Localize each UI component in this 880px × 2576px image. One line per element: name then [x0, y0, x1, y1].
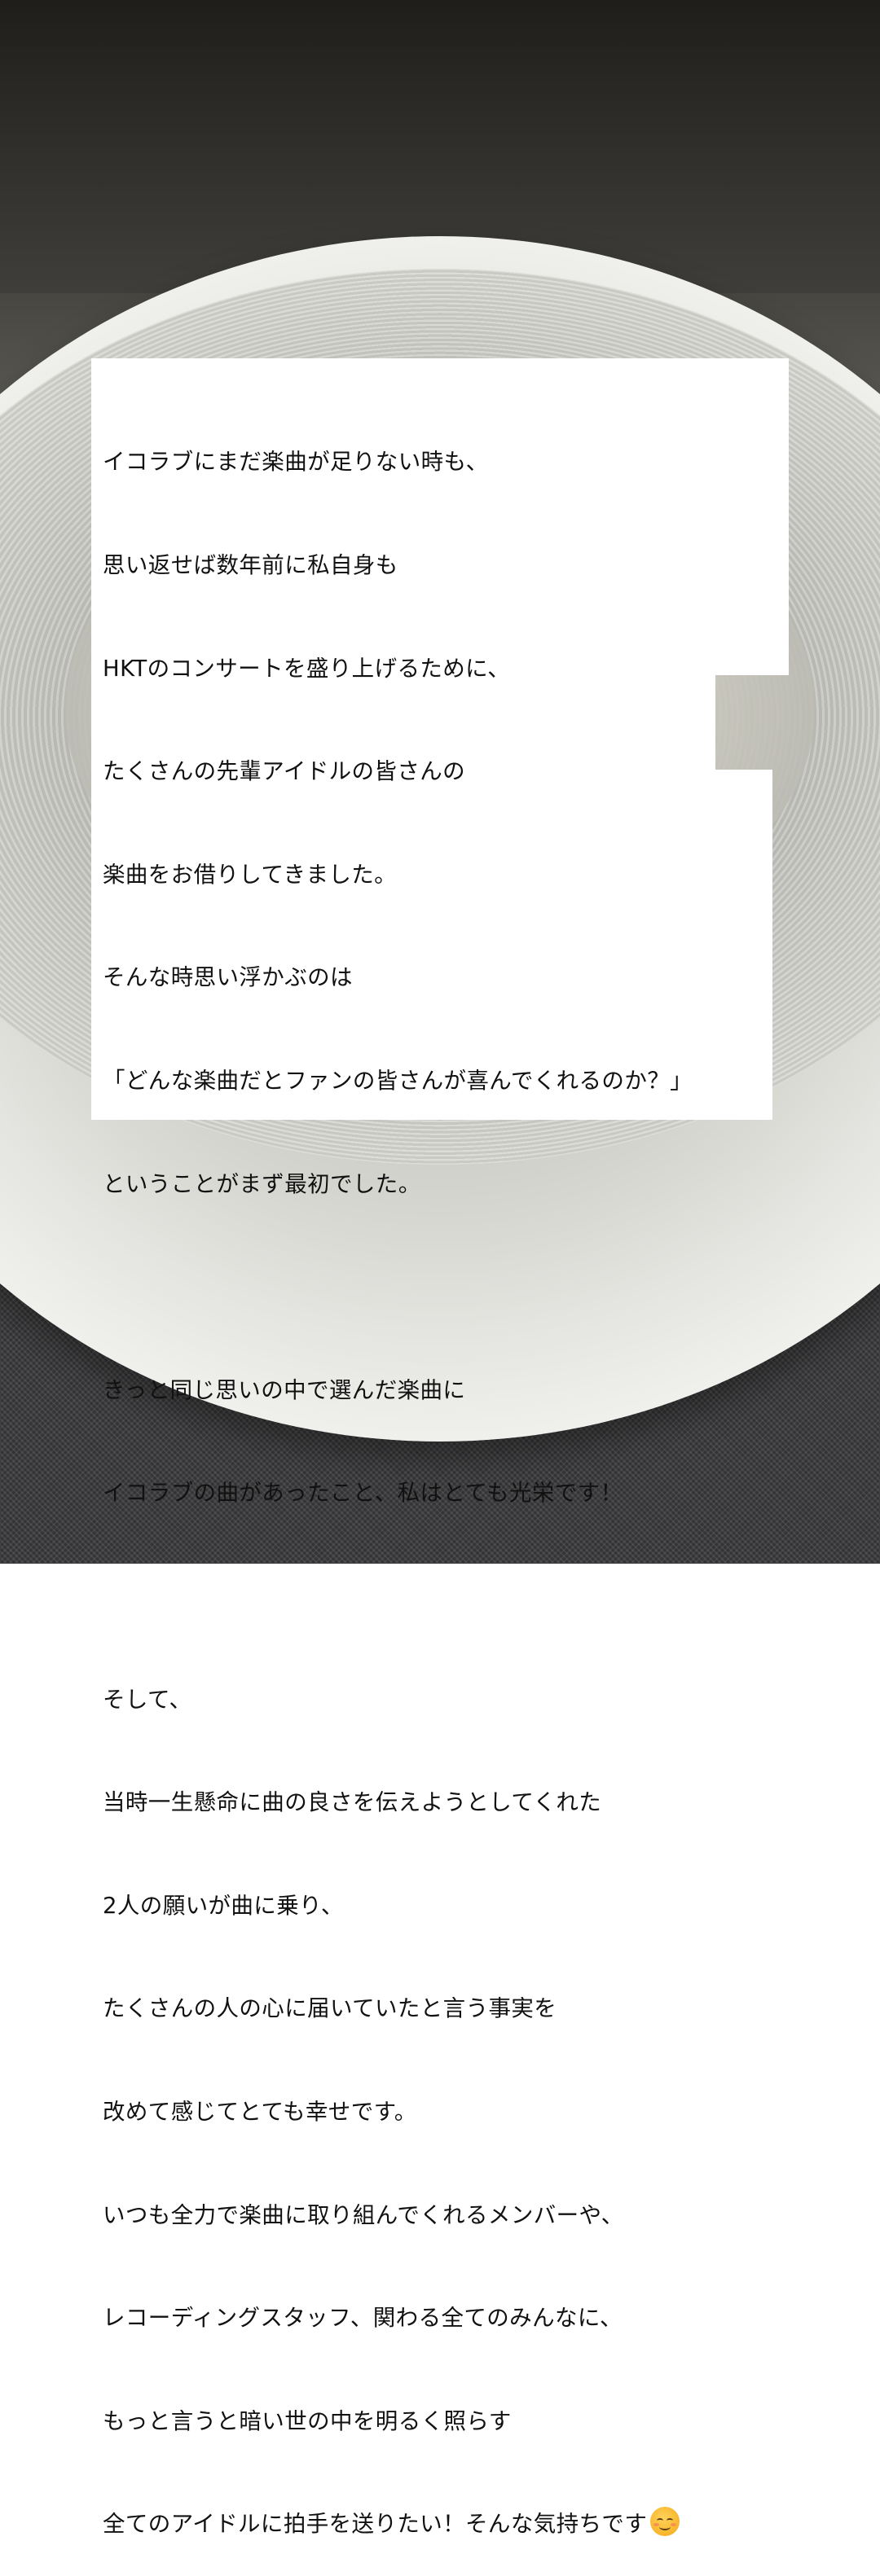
story-line: たくさんの人の心に届いていたと言う事実を	[103, 1995, 557, 2022]
story-line: 当時一生懸命に曲の良さを伝えようとしてくれた	[103, 1789, 602, 1816]
story-line: 2人の願いが曲に乗り、	[103, 1892, 344, 1919]
story-line: 「どんな楽曲だとファンの皆さんが喜んでくれるのか？」	[103, 1067, 693, 1094]
story-line: 楽曲をお借りしてきました。	[103, 861, 398, 888]
story-line: いつも全力で楽曲に取り組んでくれるメンバーや、	[103, 2201, 624, 2228]
smiling-face-icon	[650, 2507, 680, 2537]
story-line: もっと言うと暗い世の中を明るく照らす	[103, 2407, 512, 2434]
story-line: たくさんの先輩アイドルの皆さんの	[103, 758, 466, 785]
story-line	[103, 1579, 836, 1613]
story-line: HKTのコンサートを盛り上げるために、	[103, 655, 511, 682]
story-line: そして、	[103, 1686, 192, 1713]
story-line: 思い返せば数年前に私自身も	[103, 552, 398, 578]
story-line-last-text: 全てのアイドルに拍手を送りたい！そんな気持ちです	[103, 2511, 648, 2538]
story-text: イコラブにまだ楽曲が足りない時も、 思い返せば数年前に私自身も HKTのコンサー…	[103, 376, 836, 2576]
story-line-last: 全てのアイドルに拍手を送りたい！そんな気持ちです	[103, 2507, 836, 2541]
story-line	[103, 1270, 836, 1304]
story-line: レコーディングスタッフ、関わる全てのみんなに、	[103, 2305, 623, 2332]
story-line: きっと同じ思いの中で選んだ楽曲に	[103, 1376, 466, 1403]
story-line: ということがまず最初でした。	[103, 1170, 421, 1197]
story-line: イコラブにまだ楽曲が足りない時も、	[103, 449, 489, 476]
story-line: 改めて感じてとても幸せです。	[103, 2098, 417, 2125]
story-line: イコラブの曲があったこと、私はとても光栄です！	[103, 1480, 623, 1507]
story-line: そんな時思い浮かぶのは	[103, 964, 353, 991]
